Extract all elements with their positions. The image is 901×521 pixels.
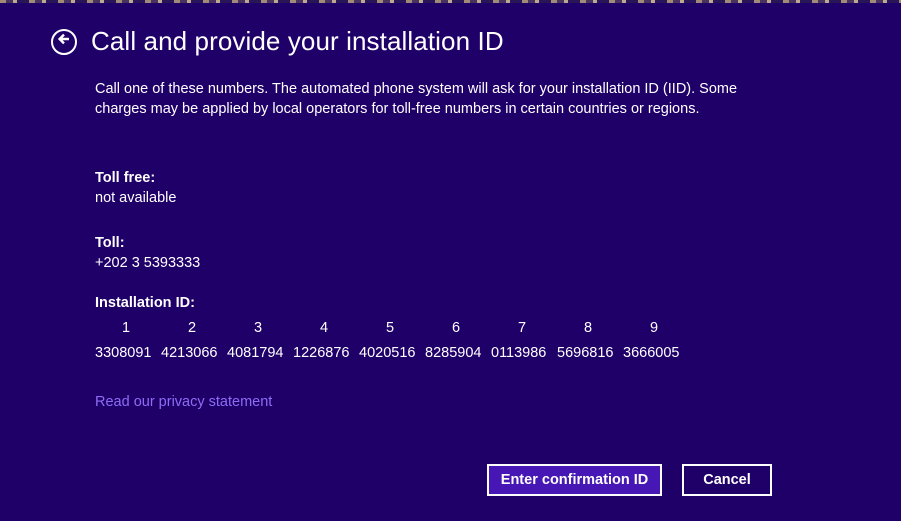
iid-column-number: 1 [121,320,131,336]
toll-label: Toll: [95,235,125,251]
iid-column-number: 2 [187,320,197,336]
instructions-text: Call one of these numbers. The automated… [95,81,738,117]
toll-free-value: not available [95,190,177,206]
iid-group: 4081794 [227,345,284,361]
top-edge-strip [0,0,901,3]
enter-confirmation-id-button[interactable]: Enter confirmation ID [487,464,662,496]
iid-group: 0113986 [491,345,547,361]
page-title: Call and provide your installation ID [91,26,504,56]
iid-column-number: 7 [517,320,527,336]
iid-group: 3666005 [623,345,680,361]
page-header: Call and provide your installation ID [51,26,504,57]
privacy-statement-link[interactable]: Read our privacy statement [95,394,272,410]
iid-group: 4213066 [161,345,218,361]
toll-value: +202 3 5393333 [95,255,201,271]
iid-group: 5696816 [557,345,614,361]
iid-group: 4020516 [359,345,416,361]
iid-column-number: 9 [649,320,659,336]
iid-group: 3308091 [95,345,152,361]
arrow-left-circle-icon [57,32,71,51]
iid-column-number: 3 [253,320,263,336]
toll-free-label: Toll free: [95,170,156,186]
cancel-button[interactable]: Cancel [682,464,772,496]
iid-column-number: 6 [451,320,461,336]
installation-id-label: Installation ID: [95,295,195,311]
iid-column-number: 5 [385,320,395,336]
iid-group: 1226876 [293,345,350,361]
iid-column-number: 4 [319,320,329,336]
installation-id-grid: 1 2 3 4 5 6 7 8 9 3308091 4213066 408179… [95,320,685,361]
iid-group: 8285904 [425,345,482,361]
iid-column-number: 8 [583,320,593,336]
back-button[interactable] [51,28,77,55]
